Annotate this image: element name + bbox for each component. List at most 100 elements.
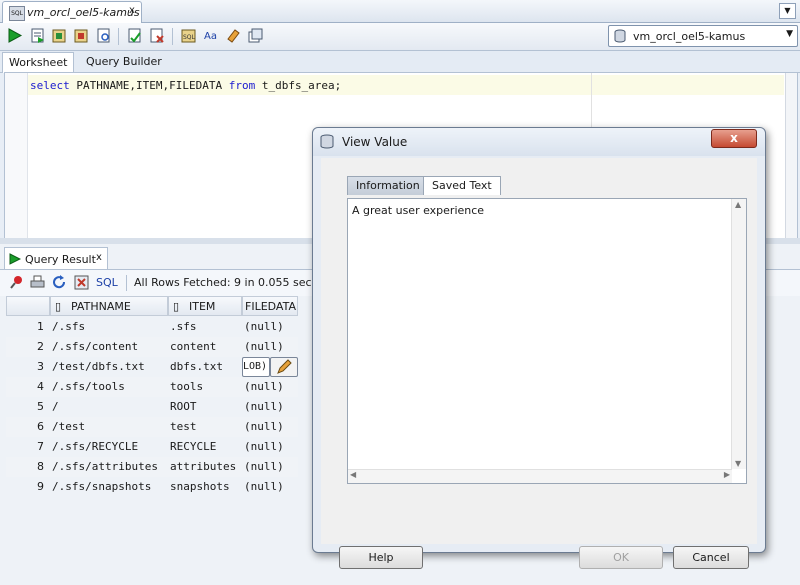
cell-item[interactable]: test bbox=[168, 417, 242, 437]
table-row[interactable]: 1 /.sfs .sfs (null) bbox=[6, 317, 298, 337]
tab-saved-text[interactable]: Saved Text bbox=[423, 176, 501, 195]
cell-pathname[interactable]: /.sfs/attributes bbox=[50, 457, 168, 477]
scroll-left-icon[interactable]: ◀ bbox=[350, 470, 356, 479]
editor-tab-bar: SQL vm_orcl_oel5-kamus x ▼ bbox=[0, 0, 800, 23]
horizontal-scrollbar[interactable]: ◀ ▶ bbox=[348, 469, 732, 483]
doc-tab-close-icon[interactable]: x bbox=[129, 5, 135, 16]
pencil-icon bbox=[277, 359, 292, 374]
cell-filedata[interactable]: (null) bbox=[242, 397, 298, 417]
doc-tab-label: vm_orcl_oel5-kamus bbox=[27, 6, 140, 19]
editor-scrollbar[interactable] bbox=[785, 73, 797, 239]
cell-item[interactable]: ROOT bbox=[168, 397, 242, 417]
clear-icon[interactable] bbox=[148, 27, 165, 44]
help-button[interactable]: Help bbox=[339, 546, 423, 569]
database-icon bbox=[320, 134, 334, 149]
sql-history-icon[interactable]: SQL bbox=[180, 27, 197, 44]
tab-query-builder[interactable]: Query Builder bbox=[80, 52, 168, 72]
table-row[interactable]: 7 /.sfs/RECYCLE RECYCLE (null) bbox=[6, 437, 298, 457]
connection-name: vm_orcl_oel5-kamus bbox=[633, 30, 746, 43]
value-text: A great user experience bbox=[352, 204, 485, 217]
cell-pathname[interactable]: /.sfs/content bbox=[50, 337, 168, 357]
table-row[interactable]: 6 /test test (null) bbox=[6, 417, 298, 437]
cell-item[interactable]: tools bbox=[168, 377, 242, 397]
cell-filedata[interactable]: (null) bbox=[242, 337, 298, 357]
row-number: 6 bbox=[37, 420, 44, 433]
key-icon: ▯ bbox=[173, 300, 180, 313]
toolbar-separator bbox=[172, 28, 173, 45]
cell-item[interactable]: attributes bbox=[168, 457, 242, 477]
refresh-icon[interactable] bbox=[52, 275, 67, 290]
run-result-icon bbox=[9, 253, 21, 265]
cell-item[interactable]: content bbox=[168, 337, 242, 357]
cell-filedata[interactable]: (null) bbox=[242, 377, 298, 397]
cell-filedata[interactable]: (null) bbox=[242, 477, 298, 497]
cell-pathname[interactable]: /.sfs/tools bbox=[50, 377, 168, 397]
cell-filedata[interactable]: (null) bbox=[242, 437, 298, 457]
table-row[interactable]: 4 /.sfs/tools tools (null) bbox=[6, 377, 298, 397]
worksheet-toolbar: SQL Aa vm_orcl_oel5-kamus ▼ bbox=[0, 23, 800, 51]
query-result-close-icon[interactable]: x bbox=[96, 252, 102, 263]
cell-item[interactable]: snapshots bbox=[168, 477, 242, 497]
dialog-close-button[interactable]: x bbox=[711, 129, 757, 148]
pin-icon[interactable] bbox=[9, 275, 24, 290]
cell-item[interactable]: RECYCLE bbox=[168, 437, 242, 457]
dialog-body: Information Saved Text A great user expe… bbox=[321, 158, 757, 569]
cell-pathname[interactable]: / bbox=[50, 397, 168, 417]
rollback-icon[interactable] bbox=[73, 27, 90, 44]
table-row[interactable]: 8 /.sfs/attributes attributes (null) bbox=[6, 457, 298, 477]
autotrace-icon[interactable] bbox=[126, 27, 143, 44]
table-row[interactable]: 9 /.sfs/snapshots snapshots (null) bbox=[6, 477, 298, 497]
scroll-right-icon[interactable]: ▶ bbox=[724, 470, 730, 479]
row-number: 7 bbox=[37, 440, 44, 453]
cell-filedata[interactable]: (null) bbox=[242, 317, 298, 337]
sql-worksheet-icon: SQL bbox=[9, 6, 25, 21]
column-header-label: PATHNAME bbox=[71, 300, 131, 313]
commit-icon[interactable] bbox=[51, 27, 68, 44]
cancel-button[interactable]: Cancel bbox=[673, 546, 749, 569]
column-header-pathname[interactable]: ▯ PATHNAME bbox=[50, 296, 168, 316]
row-number: 2 bbox=[37, 340, 44, 353]
print-icon[interactable] bbox=[30, 275, 45, 290]
table-row[interactable]: 5 / ROOT (null) bbox=[6, 397, 298, 417]
cell-item[interactable]: dbfs.txt bbox=[168, 357, 242, 377]
cell-item[interactable]: .sfs bbox=[168, 317, 242, 337]
unshared-worksheet-icon[interactable] bbox=[247, 27, 264, 44]
run-statement-icon[interactable] bbox=[6, 27, 23, 44]
cell-pathname[interactable]: /test/dbfs.txt bbox=[50, 357, 168, 377]
cell-filedata[interactable]: (null) bbox=[242, 457, 298, 477]
cell-pathname[interactable]: /test bbox=[50, 417, 168, 437]
column-header-filedata[interactable]: FILEDATA bbox=[242, 296, 298, 316]
connection-selector[interactable]: vm_orcl_oel5-kamus ▼ bbox=[608, 25, 798, 47]
worksheet-doc-tab[interactable]: SQL vm_orcl_oel5-kamus x bbox=[2, 1, 142, 23]
sql-statement[interactable]: select PATHNAME,ITEM,FILEDATA from t_dbf… bbox=[30, 79, 341, 92]
worksheet-tabs: Worksheet Query Builder bbox=[0, 51, 800, 73]
lob-value-cell[interactable]: LOB) bbox=[242, 357, 270, 377]
scroll-up-icon[interactable]: ▲ bbox=[735, 200, 741, 209]
explain-plan-icon[interactable] bbox=[95, 27, 112, 44]
column-header-label: FILEDATA bbox=[245, 300, 296, 313]
value-text-area[interactable]: A great user experience ▲ ▼ ◀ ▶ bbox=[347, 198, 747, 484]
tab-list-dropdown-icon[interactable]: ▼ bbox=[779, 3, 796, 19]
edit-value-button[interactable] bbox=[270, 357, 298, 377]
column-header-item[interactable]: ▯ ITEM bbox=[168, 296, 242, 316]
cell-pathname[interactable]: /.sfs/snapshots bbox=[50, 477, 168, 497]
vertical-scrollbar[interactable]: ▲ ▼ bbox=[731, 199, 746, 469]
cell-filedata[interactable]: (null) bbox=[242, 417, 298, 437]
row-number: 9 bbox=[37, 480, 44, 493]
table-row[interactable]: 3 /test/dbfs.txt dbfs.txt LOB) bbox=[6, 357, 298, 377]
tab-information[interactable]: Information bbox=[347, 176, 429, 195]
cancel-query-icon[interactable] bbox=[74, 275, 89, 290]
run-script-icon[interactable] bbox=[29, 27, 46, 44]
to-upper-lower-icon[interactable]: Aa bbox=[203, 27, 220, 44]
cell-pathname[interactable]: /.sfs bbox=[50, 317, 168, 337]
tab-worksheet[interactable]: Worksheet bbox=[2, 52, 75, 73]
eraser-icon[interactable] bbox=[225, 27, 242, 44]
dialog-title-bar[interactable]: View Value x bbox=[313, 128, 765, 156]
ok-button[interactable]: OK bbox=[579, 546, 663, 569]
cell-pathname[interactable]: /.sfs/RECYCLE bbox=[50, 437, 168, 457]
table-row[interactable]: 2 /.sfs/content content (null) bbox=[6, 337, 298, 357]
sql-button[interactable]: SQL bbox=[96, 276, 118, 289]
scroll-down-icon[interactable]: ▼ bbox=[735, 459, 741, 468]
row-number: 3 bbox=[37, 360, 44, 373]
tab-query-result[interactable]: Query Result x bbox=[4, 247, 108, 270]
